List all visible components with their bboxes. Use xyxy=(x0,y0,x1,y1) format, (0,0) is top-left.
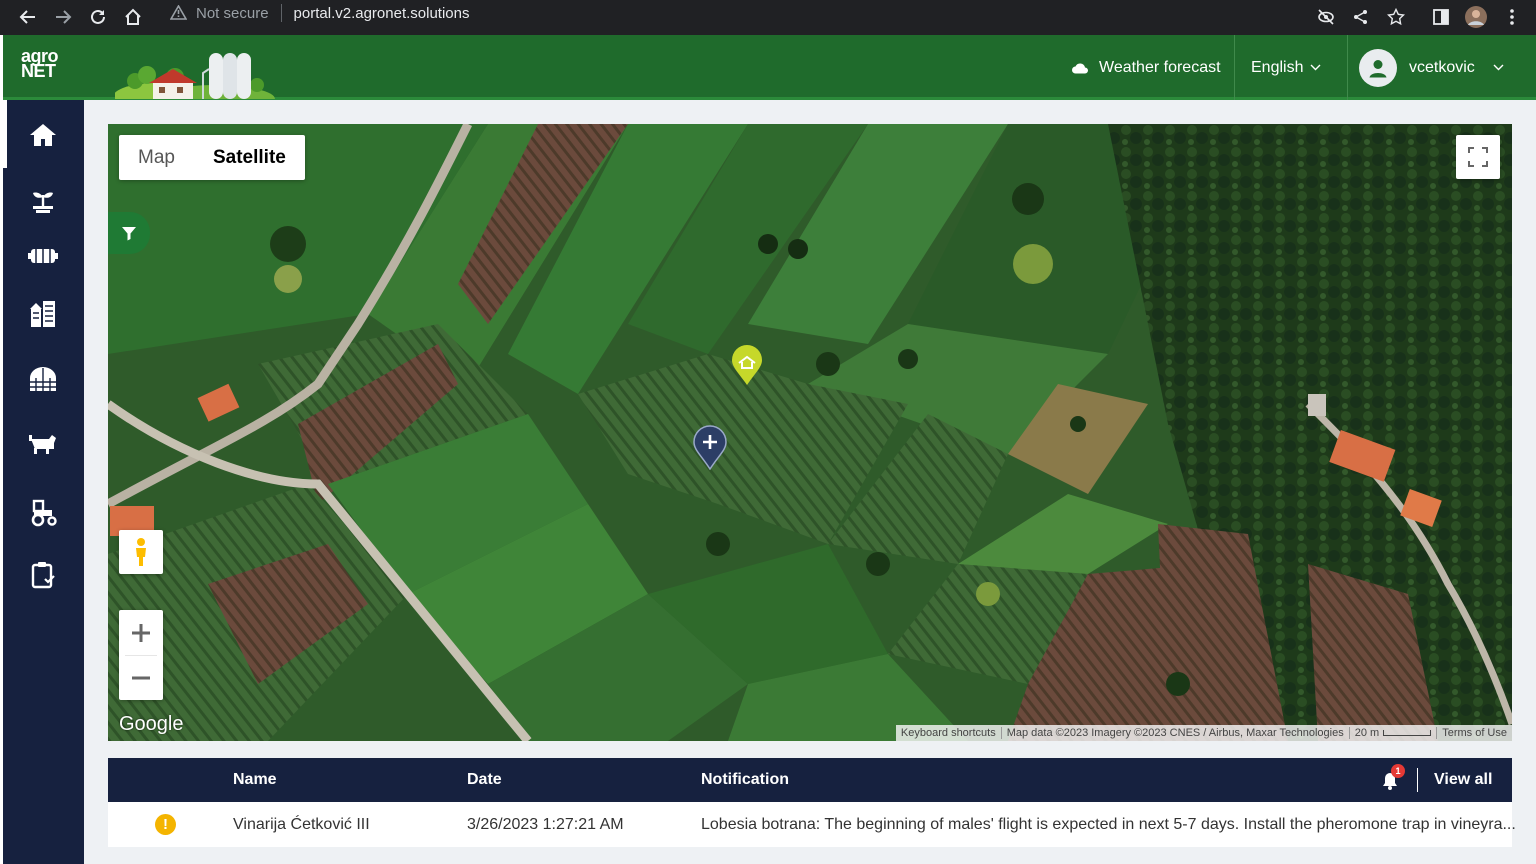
sidebar-item-facilities[interactable] xyxy=(21,356,65,400)
keyboard-shortcuts-link[interactable]: Keyboard shortcuts xyxy=(896,727,1001,739)
map-type-satellite-button[interactable]: Satellite xyxy=(194,135,305,180)
satellite-imagery xyxy=(108,124,1512,741)
logo-line2: NET xyxy=(21,61,56,81)
parcel-pin-icon xyxy=(732,345,762,385)
chevron-down-icon xyxy=(1310,64,1321,71)
sidebar-item-machinery[interactable] xyxy=(21,234,65,278)
reports-icon xyxy=(30,561,56,589)
scale-bar xyxy=(1383,730,1432,737)
plus-pin-icon xyxy=(693,425,727,470)
profile-avatar-icon[interactable] xyxy=(1462,3,1490,31)
table-row[interactable]: ! Vinarija Ćetković III 3/26/2023 1:27:2… xyxy=(108,802,1516,847)
warehouse-icon xyxy=(29,298,57,328)
bookmark-star-icon[interactable] xyxy=(1382,3,1410,31)
sidebar-item-storage[interactable] xyxy=(21,291,65,335)
tractor-icon xyxy=(28,497,58,527)
sidebar-item-livestock[interactable] xyxy=(21,422,65,466)
warning-triangle-icon xyxy=(170,5,187,20)
column-header-date: Date xyxy=(467,771,502,788)
home-page-icon[interactable] xyxy=(119,3,147,31)
sidebar-item-home[interactable] xyxy=(21,113,65,157)
address-divider xyxy=(280,4,282,22)
fullscreen-button[interactable] xyxy=(1456,135,1500,179)
sidepanel-icon[interactable] xyxy=(1427,3,1455,31)
address-bar[interactable]: Not secure portal.v2.agronet.solutions xyxy=(158,0,1308,26)
machinery-icon xyxy=(28,244,58,268)
security-label: Not secure xyxy=(196,4,269,22)
back-icon[interactable] xyxy=(14,3,42,31)
notification-bell-button[interactable]: 1 xyxy=(1381,763,1405,790)
app-header: agro NET Weather forecast English vcetko… xyxy=(3,35,1536,100)
filter-button[interactable] xyxy=(108,212,150,254)
add-point-marker[interactable] xyxy=(692,424,728,470)
weather-label: Weather forecast xyxy=(1099,58,1221,76)
column-header-notification: Notification xyxy=(701,771,789,788)
livestock-icon xyxy=(27,431,59,457)
zoom-in-button[interactable] xyxy=(119,610,163,655)
farm-illustration-icon xyxy=(115,43,275,99)
share-icon[interactable] xyxy=(1347,3,1375,31)
scale-indicator[interactable]: 20 m xyxy=(1350,727,1436,739)
sidebar-active-indicator xyxy=(3,100,7,168)
warning-icon: ! xyxy=(155,814,176,835)
row-name: Vinarija Ćetković III xyxy=(233,815,370,833)
zoom-control xyxy=(119,610,163,700)
zoom-out-button[interactable] xyxy=(119,655,163,700)
notification-count-badge: 1 xyxy=(1391,763,1405,778)
agronet-logo[interactable]: agro NET xyxy=(21,47,59,81)
fullscreen-icon xyxy=(1468,147,1488,167)
sidebar-item-crops[interactable] xyxy=(21,178,65,222)
map-type-control: Map Satellite xyxy=(119,135,305,180)
reload-icon[interactable] xyxy=(84,3,112,31)
header-divider xyxy=(1417,768,1418,792)
satellite-map[interactable]: Map Satellite Google Keyboard shortcuts … xyxy=(108,124,1512,741)
street-view-pegman[interactable] xyxy=(119,530,163,574)
row-date: 3/26/2023 1:27:21 AM xyxy=(467,815,624,833)
warning-status: ! xyxy=(155,802,176,847)
greenhouse-icon xyxy=(28,364,58,392)
url-text: portal.v2.agronet.solutions xyxy=(293,4,470,22)
eye-off-icon[interactable] xyxy=(1312,3,1340,31)
sidebar-item-reports[interactable] xyxy=(21,553,65,597)
user-avatar-icon xyxy=(1359,48,1397,87)
google-logo: Google xyxy=(119,713,184,735)
notifications-table: Name Date Notification 1 View all ! Vina… xyxy=(108,758,1516,847)
user-menu[interactable]: vcetkovic xyxy=(1359,35,1504,100)
username-label: vcetkovic xyxy=(1409,58,1475,76)
notification-actions: 1 View all xyxy=(1381,758,1492,802)
minus-icon xyxy=(131,668,151,688)
pegman-icon xyxy=(133,537,149,567)
forward-icon[interactable] xyxy=(49,3,77,31)
column-header-name: Name xyxy=(233,771,277,788)
browser-toolbar: Not secure portal.v2.agronet.solutions xyxy=(0,0,1536,35)
menu-dots-icon[interactable] xyxy=(1498,3,1526,31)
chevron-down-icon xyxy=(1493,64,1504,71)
map-type-map-button[interactable]: Map xyxy=(119,135,194,180)
scale-label: 20 m xyxy=(1354,727,1380,739)
notifications-header: Name Date Notification 1 View all xyxy=(108,758,1512,802)
header-divider xyxy=(1234,35,1235,100)
parcel-marker[interactable] xyxy=(730,344,764,386)
header-divider xyxy=(1347,35,1348,100)
view-all-link[interactable]: View all xyxy=(1434,771,1492,789)
map-data-credit: Map data ©2023 Imagery ©2023 CNES / Airb… xyxy=(1006,727,1344,739)
home-icon xyxy=(29,122,57,148)
row-notification: Lobesia botrana: The beginning of males'… xyxy=(701,815,1516,833)
map-attribution-bar: Keyboard shortcuts Map data ©2023 Imager… xyxy=(895,725,1512,741)
zoom-divider xyxy=(125,655,157,656)
cloud-icon xyxy=(1071,61,1089,74)
language-label: English xyxy=(1251,58,1304,76)
sidebar xyxy=(3,100,84,864)
language-dropdown[interactable]: English xyxy=(1251,35,1321,100)
plus-icon xyxy=(131,623,151,643)
sidebar-item-vehicles[interactable] xyxy=(21,490,65,534)
terms-of-use-link[interactable]: Terms of Use xyxy=(1437,727,1512,739)
filter-icon xyxy=(121,225,137,241)
weather-forecast-button[interactable]: Weather forecast xyxy=(1071,35,1221,100)
plant-icon xyxy=(29,186,57,214)
